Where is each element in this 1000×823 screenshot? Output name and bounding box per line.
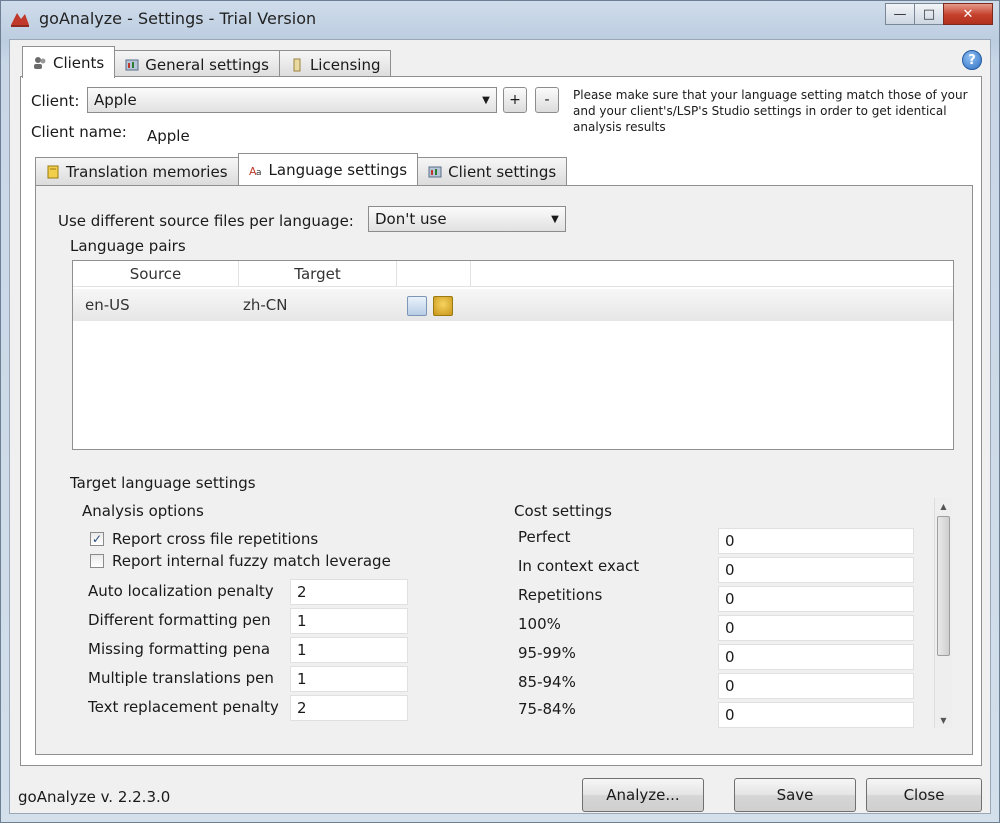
save-button[interactable]: Save xyxy=(734,778,856,812)
svg-text:a: a xyxy=(256,168,262,177)
column-header-actions xyxy=(397,261,471,287)
sub-tab-strip: Translation memories Aa Language setting… xyxy=(35,153,568,185)
source-files-select[interactable]: Don't use ▼ xyxy=(368,206,566,232)
client-select[interactable]: Apple ▼ xyxy=(87,87,497,113)
multiple-translations-penalty-field[interactable]: 1 xyxy=(290,666,408,692)
cost-field-85-94[interactable]: 0 xyxy=(718,673,914,699)
settings-icon xyxy=(125,58,139,72)
different-formatting-penalty-field[interactable]: 1 xyxy=(290,608,408,634)
table-row[interactable]: en-US zh-CN xyxy=(73,289,953,321)
cost-field-in-context-exact[interactable]: 0 xyxy=(718,557,914,583)
language-pairs-grid: Source Target en-US zh-CN xyxy=(72,260,954,450)
cost-label: Repetitions xyxy=(518,586,603,604)
analyze-button[interactable]: Analyze... xyxy=(582,778,704,812)
tab-label: General settings xyxy=(145,55,269,74)
scroll-up-icon[interactable]: ▲ xyxy=(935,498,952,514)
grid-header: Source Target xyxy=(73,261,953,287)
source-files-label: Use different source files per language: xyxy=(58,212,354,230)
cost-settings-title: Cost settings xyxy=(514,502,612,520)
settings-note: Please make sure that your language sett… xyxy=(573,88,968,134)
cost-settings-scrollbar[interactable]: ▲ ▼ xyxy=(934,498,952,728)
auto-localization-penalty-field[interactable]: 2 xyxy=(290,579,408,605)
tab-general-settings[interactable]: General settings xyxy=(114,50,280,78)
scroll-thumb[interactable] xyxy=(937,516,950,656)
language-settings-panel: Use different source files per language:… xyxy=(35,185,973,755)
tab-label: Clients xyxy=(53,53,105,72)
help-icon[interactable]: ? xyxy=(962,50,982,70)
people-icon xyxy=(33,56,47,70)
tab-label: Language settings xyxy=(268,160,408,179)
settings-window: goAnalyze - Settings - Trial Version — □… xyxy=(0,0,1000,823)
internal-fuzzy-checkbox[interactable] xyxy=(90,554,104,568)
add-client-button[interactable]: + xyxy=(503,87,527,113)
cost-label: Perfect xyxy=(518,528,571,546)
field-label: Multiple translations pen xyxy=(88,669,274,687)
tab-clients[interactable]: Clients xyxy=(22,46,116,78)
tm-icon xyxy=(46,165,60,179)
language-pairs-title: Language pairs xyxy=(70,237,186,255)
scroll-down-icon[interactable]: ▼ xyxy=(935,712,952,728)
cost-label: 100% xyxy=(518,615,561,633)
cost-label: In context exact xyxy=(518,557,640,575)
clients-panel: Client: Apple ▼ + - Please make sure tha… xyxy=(20,76,982,766)
main-tab-strip: Clients General settings Licensing xyxy=(22,46,392,78)
client-name-label: Client name: xyxy=(31,123,127,141)
target-settings-title: Target language settings xyxy=(70,474,256,492)
missing-formatting-penalty-field[interactable]: 1 xyxy=(290,637,408,663)
target-cell: zh-CN xyxy=(243,296,288,314)
client-select-value: Apple xyxy=(94,91,137,109)
internal-fuzzy-label: Report internal fuzzy match leverage xyxy=(112,552,391,570)
minimize-button[interactable]: — xyxy=(885,3,915,25)
field-label: Different formatting pen xyxy=(88,611,271,629)
field-label: Auto localization penalty xyxy=(88,582,274,600)
cross-file-repetitions-checkbox[interactable]: ✓ xyxy=(90,532,104,546)
cost-field-100[interactable]: 0 xyxy=(718,615,914,641)
cost-label: 75-84% xyxy=(518,700,576,718)
language-icon: Aa xyxy=(249,163,263,178)
tab-translation-memories[interactable]: Translation memories xyxy=(35,157,239,185)
cost-field-95-99[interactable]: 0 xyxy=(718,644,914,670)
tab-label: Client settings xyxy=(448,162,557,181)
cost-label: 95-99% xyxy=(518,644,576,662)
close-button[interactable]: Close xyxy=(866,778,982,812)
tm-settings-icon[interactable] xyxy=(433,296,453,316)
app-logo-icon xyxy=(11,13,29,27)
edit-pair-icon[interactable] xyxy=(407,296,427,316)
maximize-button[interactable]: □ xyxy=(914,3,944,25)
window-title: goAnalyze - Settings - Trial Version xyxy=(39,9,317,28)
client-label: Client: xyxy=(31,92,80,110)
text-replacement-penalty-field[interactable]: 2 xyxy=(290,695,408,721)
chevron-down-icon: ▼ xyxy=(551,213,559,225)
cost-field-75-84[interactable]: 0 xyxy=(718,702,914,728)
cross-file-repetitions-label: Report cross file repetitions xyxy=(112,530,319,548)
source-cell: en-US xyxy=(85,296,130,314)
tab-label: Licensing xyxy=(309,55,381,74)
title-bar[interactable]: goAnalyze - Settings - Trial Version — □… xyxy=(1,1,999,41)
analysis-options-title: Analysis options xyxy=(82,502,204,520)
field-label: Text replacement penalty xyxy=(88,698,278,716)
cost-field-perfect[interactable]: 0 xyxy=(718,528,914,554)
column-header-source[interactable]: Source xyxy=(73,261,239,287)
dialog-body: ? Clients General settings Licensing Cli… xyxy=(9,39,991,814)
tab-label: Translation memories xyxy=(66,162,228,181)
cost-field-repetitions[interactable]: 0 xyxy=(718,586,914,612)
key-icon xyxy=(290,58,304,72)
tab-client-settings[interactable]: Client settings xyxy=(417,157,568,185)
source-files-select-value: Don't use xyxy=(375,210,447,228)
version-label: goAnalyze v. 2.2.3.0 xyxy=(18,788,171,806)
field-label: Missing formatting pena xyxy=(88,640,271,658)
chevron-down-icon: ▼ xyxy=(482,94,490,106)
client-name-field[interactable]: Apple xyxy=(147,127,190,145)
column-header-target[interactable]: Target xyxy=(239,261,397,287)
tab-licensing[interactable]: Licensing xyxy=(278,50,392,78)
tab-language-settings[interactable]: Aa Language settings xyxy=(237,153,419,185)
close-window-button[interactable]: ✕ xyxy=(943,3,993,25)
cost-label: 85-94% xyxy=(518,673,576,691)
remove-client-button[interactable]: - xyxy=(535,87,559,113)
settings-icon xyxy=(428,165,442,179)
